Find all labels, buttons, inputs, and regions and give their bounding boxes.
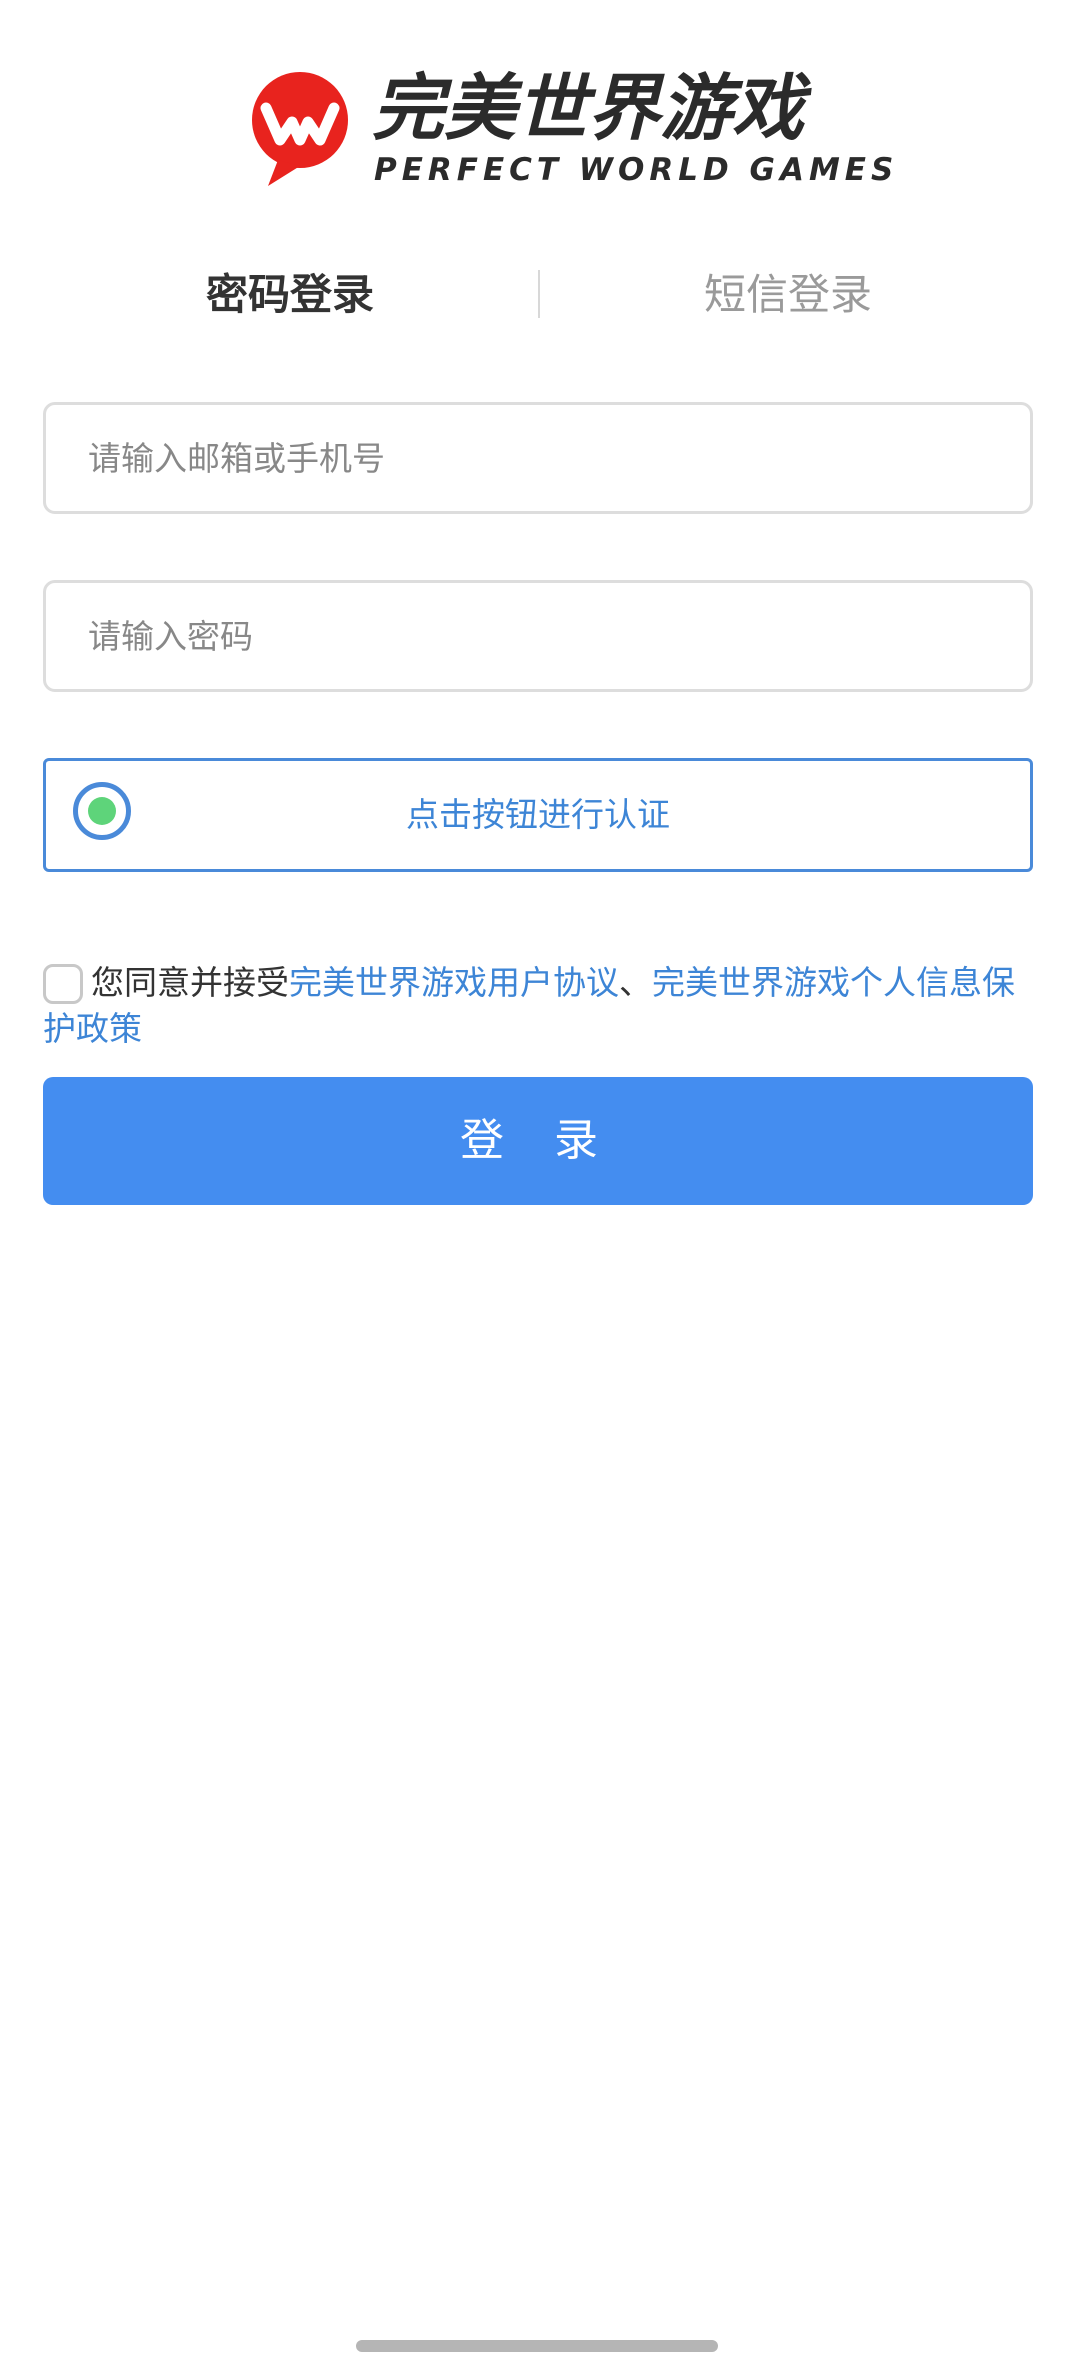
agreement-row: 您同意并接受完美世界游戏用户协议、完美世界游戏个人信息保护政策: [43, 960, 1043, 1052]
brand-logo: 完美世界游戏 PERFECT WORLD GAMES: [248, 66, 893, 198]
tab-divider: [538, 270, 540, 318]
login-tabs: 密码登录 短信登录: [0, 250, 1080, 340]
user-agreement-link[interactable]: 完美世界游戏用户协议: [289, 963, 619, 1002]
account-input[interactable]: [46, 405, 1030, 511]
logo-text-en: PERFECT WORLD GAMES: [374, 152, 899, 188]
logo-text-cn: 完美世界游戏: [372, 66, 805, 150]
captcha-verify-button[interactable]: 点击按钮进行认证: [43, 758, 1033, 872]
login-button[interactable]: 登 录: [43, 1077, 1033, 1205]
agreement-prefix: 您同意并接受: [91, 963, 289, 1002]
tab-password-login[interactable]: 密码登录: [90, 250, 490, 340]
verify-label: 点击按钮进行认证: [406, 795, 670, 834]
tab-sms-login[interactable]: 短信登录: [588, 250, 988, 340]
home-indicator[interactable]: [356, 2340, 718, 2352]
password-input[interactable]: [46, 583, 1030, 689]
password-field-container: [43, 580, 1033, 692]
agreement-separator: 、: [619, 963, 652, 1002]
account-field-container: [43, 402, 1033, 514]
agreement-checkbox[interactable]: [43, 964, 83, 1004]
perfect-world-logo-icon: [252, 72, 348, 186]
